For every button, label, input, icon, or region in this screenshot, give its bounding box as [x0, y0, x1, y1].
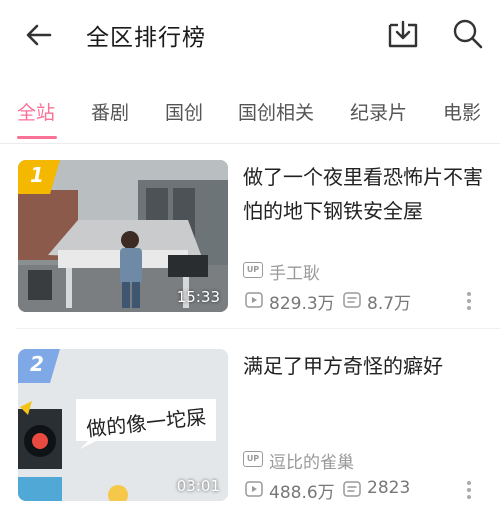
- tab-all[interactable]: 全站: [17, 98, 55, 125]
- tab-documentary[interactable]: 纪录片: [350, 98, 407, 125]
- view-count: 829.3万: [269, 294, 335, 314]
- category-tabs: 全站 番剧 国创 国创相关 纪录片 电影: [0, 84, 500, 140]
- video-thumbnail[interactable]: 1 15:33: [18, 160, 228, 312]
- danmaku-count-icon: [343, 481, 361, 497]
- play-count-icon: [245, 481, 263, 497]
- divider: [16, 328, 500, 329]
- video-duration: 03:01: [176, 477, 220, 495]
- author-name[interactable]: 逗比的雀巢: [269, 448, 354, 473]
- active-tab-indicator: [17, 136, 57, 139]
- view-count: 488.6万: [269, 483, 335, 503]
- stats-row: 829.3万 8.7万: [243, 289, 493, 314]
- video-title[interactable]: 做了一个夜里看恐怖片不害怕的地下钢铁安全屋: [243, 160, 483, 228]
- video-thumbnail[interactable]: 2 做的像一坨屎 03:01: [18, 349, 228, 501]
- tab-movie[interactable]: 电影: [443, 98, 481, 125]
- video-title[interactable]: 满足了甲方奇怪的癖好: [243, 349, 483, 383]
- stats-row: 488.6万 2823: [243, 478, 493, 503]
- rank-number: 1: [30, 163, 44, 187]
- search-icon[interactable]: [451, 17, 485, 51]
- top-bar: 全区排行榜: [0, 0, 500, 72]
- video-duration: 15:33: [176, 288, 220, 306]
- tab-guochuang[interactable]: 国创: [165, 98, 203, 125]
- up-badge-icon: UP: [243, 262, 263, 278]
- danmaku-count: 8.7万: [367, 294, 412, 314]
- up-badge-icon: UP: [243, 451, 263, 467]
- tab-bangumi[interactable]: 番剧: [91, 98, 129, 125]
- page-title: 全区排行榜: [86, 25, 206, 51]
- danmaku-count: 2823: [367, 478, 411, 498]
- more-options-icon[interactable]: [466, 479, 472, 501]
- author-name[interactable]: 手工耿: [269, 259, 320, 284]
- rank-number: 2: [30, 352, 44, 376]
- more-options-icon[interactable]: [466, 290, 472, 312]
- tab-guochuang-related[interactable]: 国创相关: [238, 98, 314, 125]
- list-item[interactable]: 1 15:33 做了一个夜里看恐怖片不害怕的地下钢铁安全屋 UP 手工耿 829…: [0, 146, 500, 329]
- play-count-icon: [245, 292, 263, 308]
- danmaku-count-icon: [343, 292, 361, 308]
- list-item[interactable]: 2 做的像一坨屎 03:01 满足了甲方奇怪的癖好 UP 逗比的雀巢 488.6…: [0, 335, 500, 513]
- back-arrow-icon[interactable]: [24, 20, 54, 50]
- divider: [0, 143, 500, 144]
- download-icon[interactable]: [386, 17, 420, 51]
